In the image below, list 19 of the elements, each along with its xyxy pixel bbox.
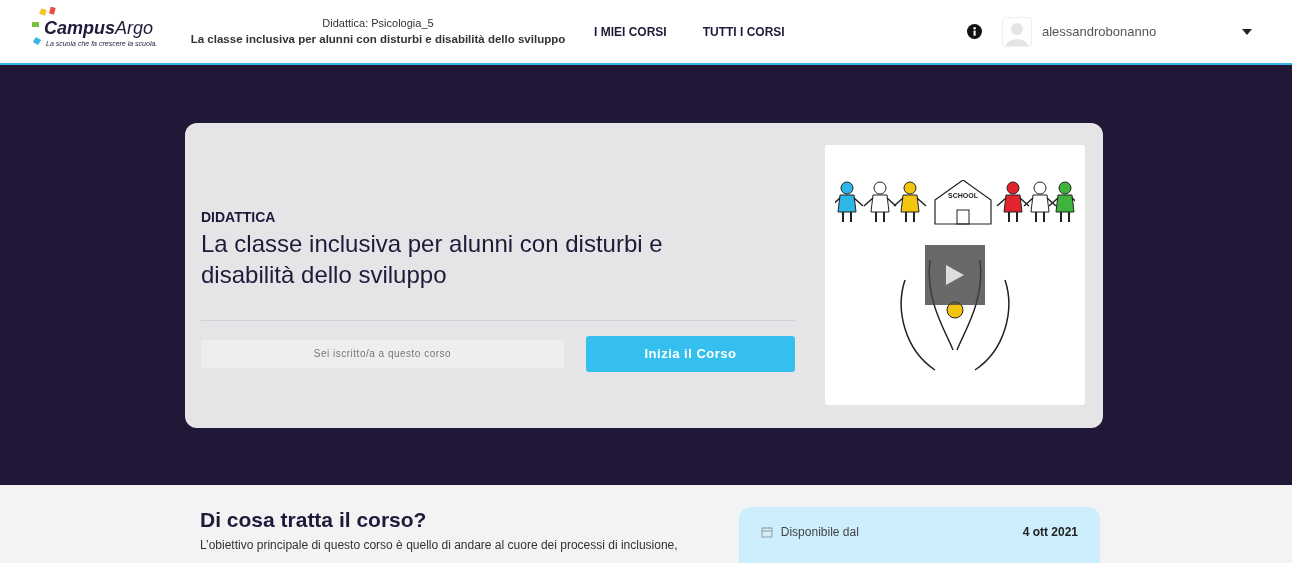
course-category: DIDATTICA [201,207,277,227]
info-value: 4 ott 2021 [1022,524,1078,541]
info-label: Disponibile dal [780,524,859,541]
course-description: L’obiettivo principale di questo corso è quello di andare al cuore dei processi di inclusione, [200,537,679,553]
logo-name: Campus [44,19,115,38]
breadcrumb: Didattica: Psicologia_5 [322,15,434,31]
calendar-icon [760,526,773,538]
section-heading: Di cosa tratta il corso? [200,507,428,533]
enrollment-status: Sei iscritto/a a questo corso [201,339,564,368]
course-title: La classe inclusiva per alunni con disturbi e disabilità dello sviluppo [190,32,566,48]
info-icon[interactable] [967,24,982,39]
nav-link[interactable]: TUTTI I CORSI [702,22,785,41]
play-button[interactable] [925,245,985,305]
play-icon [944,263,966,287]
logo-name: Argo [115,19,154,38]
caret-icon[interactable] [1242,28,1252,35]
nav-link[interactable]: I MIEI CORSI [594,22,667,41]
course-heading: La classe inclusiva per alunni con disturbi e disabilità dello sviluppo [201,228,664,290]
user-name[interactable]: alessandrobonanno [1042,21,1242,42]
